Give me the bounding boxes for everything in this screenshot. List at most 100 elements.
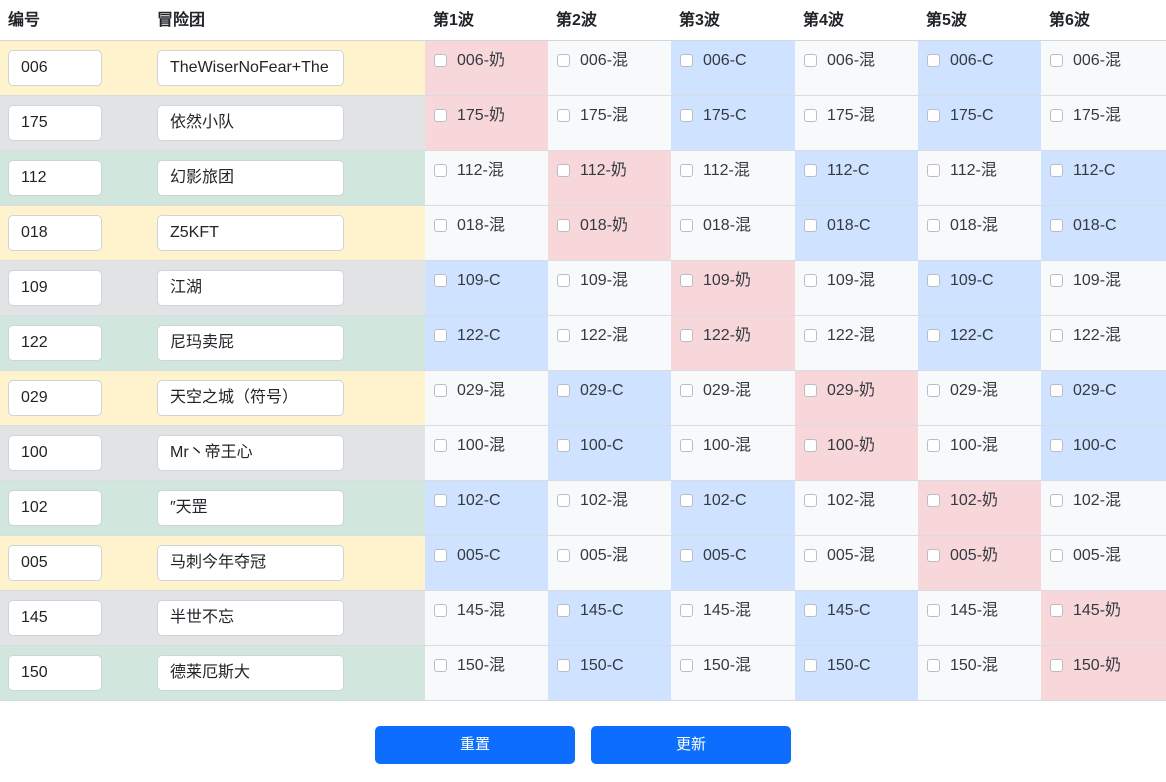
assign-checkbox[interactable] — [1050, 439, 1063, 452]
assign-checkbox[interactable] — [1050, 604, 1063, 617]
team-name-input[interactable]: 半世不忘 — [157, 600, 344, 636]
assign-checkbox[interactable] — [927, 274, 940, 287]
team-name-input[interactable]: 马刺今年夺冠 — [157, 545, 344, 581]
assign-checkbox[interactable] — [927, 164, 940, 177]
assign-checkbox[interactable] — [804, 274, 817, 287]
assign-checkbox[interactable] — [927, 219, 940, 232]
assign-checkbox[interactable] — [434, 549, 447, 562]
assign-checkbox[interactable] — [804, 329, 817, 342]
assign-checkbox[interactable] — [434, 604, 447, 617]
team-name-input[interactable]: TheWiserNoFear+The — [157, 50, 344, 86]
id-input[interactable]: 005 — [8, 545, 102, 581]
assign-checkbox[interactable] — [557, 54, 570, 67]
assign-checkbox[interactable] — [804, 659, 817, 672]
assign-label: 175-C — [703, 107, 747, 124]
assign-checkbox[interactable] — [557, 494, 570, 507]
assign-checkbox[interactable] — [434, 384, 447, 397]
assign-checkbox[interactable] — [680, 274, 693, 287]
assign-checkbox[interactable] — [680, 659, 693, 672]
assign-checkbox[interactable] — [927, 329, 940, 342]
id-input[interactable]: 102 — [8, 490, 102, 526]
assign-checkbox[interactable] — [1050, 494, 1063, 507]
id-input[interactable]: 150 — [8, 655, 102, 691]
assign-checkbox[interactable] — [680, 329, 693, 342]
id-input[interactable]: 029 — [8, 380, 102, 416]
assign-checkbox[interactable] — [434, 109, 447, 122]
assign-checkbox[interactable] — [557, 384, 570, 397]
id-input[interactable]: 006 — [8, 50, 102, 86]
assign-checkbox[interactable] — [434, 494, 447, 507]
assign-checkbox[interactable] — [1050, 219, 1063, 232]
assign-checkbox[interactable] — [1050, 109, 1063, 122]
team-name-input[interactable]: 天空之城（符号） — [157, 380, 344, 416]
assign-checkbox[interactable] — [434, 329, 447, 342]
assign-checkbox[interactable] — [927, 549, 940, 562]
assign-checkbox[interactable] — [804, 549, 817, 562]
team-name-input[interactable]: 尼玛卖屁 — [157, 325, 344, 361]
assign-checkbox[interactable] — [804, 164, 817, 177]
team-name-input[interactable]: 幻影旅团 — [157, 160, 344, 196]
assign-checkbox[interactable] — [927, 54, 940, 67]
assign-checkbox[interactable] — [927, 384, 940, 397]
update-button[interactable]: 更新 — [591, 726, 791, 764]
id-input[interactable]: 112 — [8, 160, 102, 196]
id-input[interactable]: 100 — [8, 435, 102, 471]
assign-checkbox[interactable] — [927, 439, 940, 452]
assign-checkbox[interactable] — [680, 439, 693, 452]
team-name-input[interactable]: Z5KFT — [157, 215, 344, 251]
assign-checkbox[interactable] — [434, 274, 447, 287]
assign-checkbox[interactable] — [804, 439, 817, 452]
assign-checkbox[interactable] — [804, 604, 817, 617]
assign-checkbox[interactable] — [680, 549, 693, 562]
assign-checkbox[interactable] — [557, 109, 570, 122]
id-input[interactable]: 175 — [8, 105, 102, 141]
assign-checkbox[interactable] — [434, 439, 447, 452]
assign-label: 145-混 — [950, 602, 999, 619]
assign-checkbox[interactable] — [927, 109, 940, 122]
assign-checkbox[interactable] — [680, 604, 693, 617]
assign-checkbox[interactable] — [434, 54, 447, 67]
assign-checkbox[interactable] — [1050, 54, 1063, 67]
assign-checkbox[interactable] — [1050, 329, 1063, 342]
assign-checkbox[interactable] — [1050, 164, 1063, 177]
assign-checkbox[interactable] — [1050, 549, 1063, 562]
team-name-input[interactable]: 依然小队 — [157, 105, 344, 141]
assign-checkbox[interactable] — [804, 384, 817, 397]
team-name-input[interactable]: 江湖 — [157, 270, 344, 306]
assign-checkbox[interactable] — [1050, 274, 1063, 287]
assign-checkbox[interactable] — [557, 329, 570, 342]
assign-checkbox[interactable] — [1050, 659, 1063, 672]
id-input[interactable]: 145 — [8, 600, 102, 636]
reset-button[interactable]: 重置 — [375, 726, 575, 764]
assign-checkbox[interactable] — [927, 604, 940, 617]
assign-checkbox[interactable] — [434, 219, 447, 232]
assign-checkbox[interactable] — [680, 164, 693, 177]
assign-checkbox[interactable] — [557, 439, 570, 452]
assign-checkbox[interactable] — [557, 164, 570, 177]
id-input[interactable]: 109 — [8, 270, 102, 306]
assign-checkbox[interactable] — [1050, 384, 1063, 397]
assign-checkbox[interactable] — [680, 219, 693, 232]
assign-checkbox[interactable] — [434, 659, 447, 672]
team-name-input[interactable]: Mr丶帝王心 — [157, 435, 344, 471]
assign-checkbox[interactable] — [680, 384, 693, 397]
assign-checkbox[interactable] — [680, 109, 693, 122]
assign-checkbox[interactable] — [927, 494, 940, 507]
id-input[interactable]: 122 — [8, 325, 102, 361]
team-name-input[interactable]: 德莱厄斯大 — [157, 655, 344, 691]
assign-checkbox[interactable] — [804, 54, 817, 67]
assign-checkbox[interactable] — [557, 274, 570, 287]
assign-checkbox[interactable] — [557, 659, 570, 672]
team-name-input[interactable]: ″天罡 — [157, 490, 344, 526]
assign-checkbox[interactable] — [557, 219, 570, 232]
assign-checkbox[interactable] — [927, 659, 940, 672]
assign-checkbox[interactable] — [557, 604, 570, 617]
assign-checkbox[interactable] — [804, 219, 817, 232]
assign-checkbox[interactable] — [804, 494, 817, 507]
assign-checkbox[interactable] — [434, 164, 447, 177]
assign-checkbox[interactable] — [557, 549, 570, 562]
id-input[interactable]: 018 — [8, 215, 102, 251]
assign-checkbox[interactable] — [680, 54, 693, 67]
assign-checkbox[interactable] — [804, 109, 817, 122]
assign-checkbox[interactable] — [680, 494, 693, 507]
